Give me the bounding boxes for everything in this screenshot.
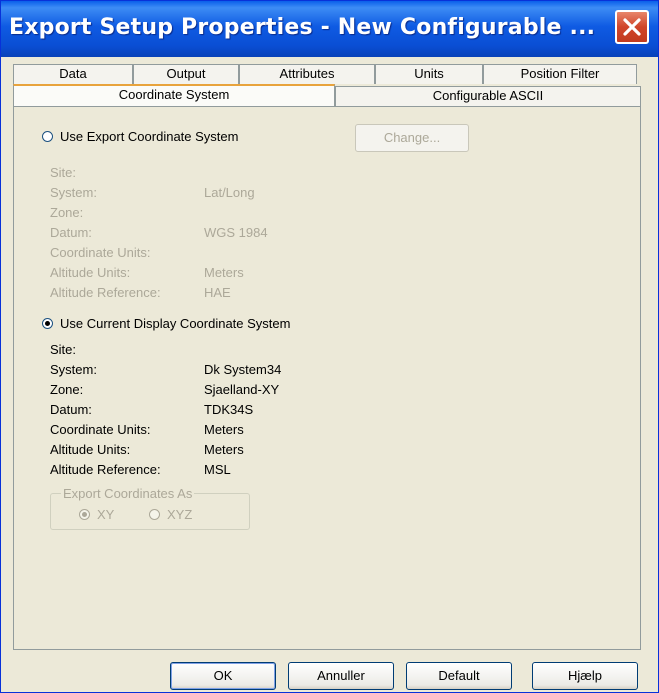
tab-configurable-ascii[interactable]: Configurable ASCII bbox=[335, 86, 641, 106]
title-bar[interactable]: Export Setup Properties - New Configurab… bbox=[1, 1, 658, 57]
current-alt-ref-label: Altitude Reference: bbox=[50, 462, 161, 477]
export-coordinates-group-label: Export Coordinates As bbox=[61, 486, 195, 501]
current-alt-units-label: Altitude Units: bbox=[50, 442, 131, 457]
current-alt-ref-value: MSL bbox=[204, 462, 231, 477]
export-alt-units-label: Altitude Units: bbox=[50, 265, 131, 280]
current-cs-radio-button[interactable] bbox=[42, 318, 53, 329]
export-zone-label: Zone: bbox=[50, 205, 84, 220]
coordinate-system-panel: Use Export Coordinate System Change... S… bbox=[13, 106, 641, 650]
xy-radio-label: XY bbox=[97, 507, 115, 522]
tab-data[interactable]: Data bbox=[13, 64, 133, 84]
xyz-radio-button[interactable] bbox=[149, 509, 160, 520]
cancel-button[interactable]: Annuller bbox=[288, 662, 394, 690]
current-site-label: Site: bbox=[50, 342, 77, 357]
close-icon bbox=[623, 18, 641, 36]
current-alt-units-value: Meters bbox=[204, 442, 244, 457]
current-cs-radio-label: Use Current Display Coordinate System bbox=[60, 316, 291, 331]
export-cs-radio-label: Use Export Coordinate System bbox=[60, 129, 239, 144]
export-cs-radio[interactable]: Use Export Coordinate System bbox=[42, 129, 238, 144]
xyz-radio-label: XYZ bbox=[167, 507, 193, 522]
export-alt-units-value: Meters bbox=[204, 265, 244, 280]
default-button[interactable]: Default bbox=[406, 662, 512, 690]
export-cs-radio-button[interactable] bbox=[42, 131, 53, 142]
export-coord-units-label: Coordinate Units: bbox=[50, 245, 151, 260]
export-coordinates-group: Export Coordinates As XY XYZ bbox=[50, 486, 250, 530]
current-system-label: System: bbox=[50, 362, 97, 377]
dialog-window: Export Setup Properties - New Configurab… bbox=[0, 0, 659, 693]
current-coord-units-value: Meters bbox=[204, 422, 244, 437]
xy-radio[interactable]: XY bbox=[79, 507, 114, 522]
current-datum-label: Datum: bbox=[50, 402, 92, 417]
export-datum-value: WGS 1984 bbox=[204, 225, 268, 240]
window-title: Export Setup Properties - New Configurab… bbox=[9, 15, 596, 40]
current-zone-value: Sjaelland-XY bbox=[204, 382, 280, 397]
current-coord-units-label: Coordinate Units: bbox=[50, 422, 151, 437]
tab-attributes[interactable]: Attributes bbox=[239, 64, 375, 84]
current-datum-value: TDK34S bbox=[204, 402, 254, 417]
current-zone-label: Zone: bbox=[50, 382, 84, 397]
current-system-value: Dk System34 bbox=[204, 362, 282, 377]
xyz-radio[interactable]: XYZ bbox=[149, 507, 192, 522]
help-button[interactable]: Hjælp bbox=[532, 662, 638, 690]
export-alt-ref-value: HAE bbox=[204, 285, 231, 300]
tab-coordinate-system[interactable]: Coordinate System bbox=[13, 84, 335, 108]
current-cs-radio[interactable]: Use Current Display Coordinate System bbox=[42, 316, 290, 331]
tab-units[interactable]: Units bbox=[375, 64, 483, 84]
tab-position-filter[interactable]: Position Filter bbox=[483, 64, 637, 84]
change-button[interactable]: Change... bbox=[355, 124, 469, 152]
export-datum-label: Datum: bbox=[50, 225, 92, 240]
ok-button[interactable]: OK bbox=[170, 662, 276, 690]
tab-output[interactable]: Output bbox=[133, 64, 239, 84]
close-button[interactable] bbox=[615, 10, 649, 44]
xy-radio-button[interactable] bbox=[79, 509, 90, 520]
export-site-label: Site: bbox=[50, 165, 77, 180]
export-alt-ref-label: Altitude Reference: bbox=[50, 285, 161, 300]
export-system-label: System: bbox=[50, 185, 97, 200]
export-system-value: Lat/Long bbox=[204, 185, 255, 200]
